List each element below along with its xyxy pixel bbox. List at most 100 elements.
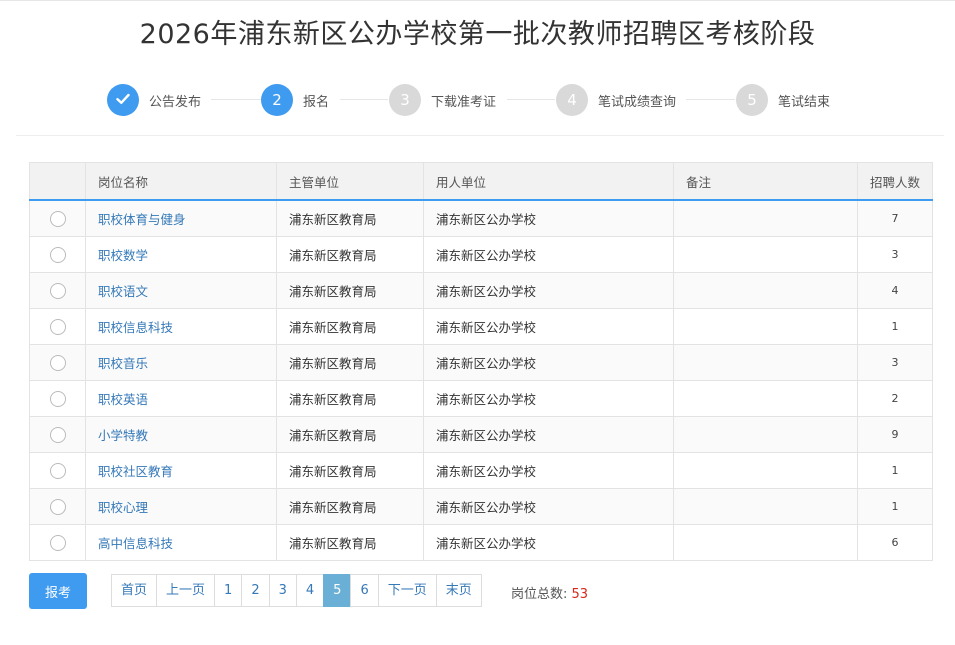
page-link[interactable]: 4 — [295, 574, 325, 607]
page-link[interactable]: 首页 — [111, 574, 158, 607]
cell-department: 浦东新区教育局 — [276, 308, 424, 345]
cell-post: 职校英语 — [85, 380, 277, 417]
table-row: 职校音乐 浦东新区教育局 浦东新区公办学校 3 — [29, 344, 933, 381]
step-label: 公告发布 — [149, 94, 202, 110]
table-row: 职校数学 浦东新区教育局 浦东新区公办学校 3 — [29, 236, 933, 273]
top-border — [0, 0, 955, 1]
cell-note — [673, 452, 858, 489]
cell-note — [673, 416, 858, 453]
cell-post: 职校心理 — [85, 488, 277, 525]
row-select-cell — [29, 272, 86, 309]
apply-button[interactable]: 报考 — [29, 573, 87, 609]
cell-post: 职校音乐 — [85, 344, 277, 381]
post-link[interactable]: 职校语文 — [98, 284, 148, 299]
row-radio[interactable] — [49, 318, 66, 335]
cell-employer: 浦东新区公办学校 — [423, 199, 674, 237]
step-announcement: 公告发布 — [107, 82, 201, 118]
post-link[interactable]: 职校社区教育 — [98, 464, 173, 479]
page-link[interactable]: 3 — [268, 574, 297, 607]
cell-employer: 浦东新区公办学校 — [423, 380, 674, 417]
page-link[interactable]: 6 — [350, 574, 379, 607]
step-connector — [507, 99, 555, 100]
page-link[interactable]: 下一页 — [377, 574, 437, 607]
cell-employer: 浦东新区公办学校 — [423, 308, 674, 345]
row-radio[interactable] — [49, 246, 66, 263]
post-link[interactable]: 小学特教 — [98, 428, 148, 443]
post-link[interactable]: 职校信息科技 — [98, 320, 173, 335]
step-number: 5 — [736, 84, 768, 116]
cell-post: 小学特教 — [85, 416, 277, 453]
post-link[interactable]: 高中信息科技 — [98, 536, 173, 551]
positions-table-wrap: 岗位名称 主管单位 用人单位 备注 招聘人数 职校体育与健身 浦东新区教育局 浦东新… — [29, 162, 933, 561]
row-radio[interactable] — [49, 498, 66, 515]
step-number: 4 — [556, 84, 588, 116]
row-radio[interactable] — [49, 462, 66, 479]
row-radio[interactable] — [49, 426, 66, 443]
page-link[interactable]: 末页 — [435, 574, 482, 607]
step-label: 笔试结束 — [778, 94, 831, 110]
row-select-cell — [29, 236, 86, 273]
cell-employer: 浦东新区公办学校 — [423, 524, 674, 561]
progress-steps: 公告发布 2 报名 3 下载准考证 4 笔试成绩查询 5 笔试结束 — [0, 82, 955, 118]
step-label: 笔试成绩查询 — [598, 94, 677, 110]
cell-count: 3 — [857, 344, 933, 381]
cell-post: 职校社区教育 — [85, 452, 277, 489]
page-title: 2026年浦东新区公办学校第一批次教师招聘区考核阶段 — [139, 19, 816, 50]
column-header-note: 备注 — [673, 162, 858, 201]
page-link[interactable]: 1 — [214, 574, 243, 607]
post-link[interactable]: 职校数学 — [98, 248, 148, 263]
post-link[interactable]: 职校心理 — [98, 500, 148, 515]
row-select-cell — [29, 199, 86, 237]
total-label: 岗位总数: — [511, 587, 568, 602]
cell-department: 浦东新区教育局 — [276, 524, 424, 561]
step-label: 报名 — [303, 94, 330, 110]
cell-employer: 浦东新区公办学校 — [423, 236, 674, 273]
cell-department: 浦东新区教育局 — [276, 199, 424, 237]
row-select-cell — [29, 344, 86, 381]
cell-employer: 浦东新区公办学校 — [423, 416, 674, 453]
cell-post: 职校信息科技 — [85, 308, 277, 345]
step-registration: 2 报名 — [261, 82, 329, 118]
step-connector — [211, 99, 261, 100]
table-row: 小学特教 浦东新区教育局 浦东新区公办学校 9 — [29, 416, 933, 453]
row-select-cell — [29, 308, 86, 345]
column-header-post: 岗位名称 — [85, 162, 277, 201]
pagination: 首页 上一页 1 2 3 4 5 6 下一页 末页 — [111, 574, 482, 607]
page-link[interactable]: 5 — [323, 574, 352, 607]
table-row: 职校语文 浦东新区教育局 浦东新区公办学校 4 — [29, 272, 933, 309]
cell-count: 7 — [857, 199, 933, 237]
step-number: 2 — [261, 84, 293, 116]
page-link[interactable]: 2 — [241, 574, 270, 607]
table-row: 职校英语 浦东新区教育局 浦东新区公办学校 2 — [29, 380, 933, 417]
step-number: 3 — [389, 84, 421, 116]
post-link[interactable]: 职校英语 — [98, 392, 148, 407]
step-label: 下载准考证 — [431, 94, 497, 110]
cell-note — [673, 308, 858, 345]
row-radio[interactable] — [49, 354, 66, 371]
table-body: 职校体育与健身 浦东新区教育局 浦东新区公办学校 7 职校数学 浦东新区教育局 浦东新区公办… — [29, 199, 933, 561]
cell-post: 职校语文 — [85, 272, 277, 309]
cell-note — [673, 236, 858, 273]
cell-count: 1 — [857, 308, 933, 345]
cell-department: 浦东新区教育局 — [276, 452, 424, 489]
post-link[interactable]: 职校音乐 — [98, 356, 148, 371]
row-radio[interactable] — [49, 282, 66, 299]
step-score-query: 4 笔试成绩查询 — [556, 82, 676, 118]
row-radio[interactable] — [49, 534, 66, 551]
column-header-department: 主管单位 — [276, 162, 424, 201]
row-radio[interactable] — [49, 390, 66, 407]
page-link[interactable]: 上一页 — [156, 574, 216, 607]
total-positions: 岗位总数: 53 — [511, 583, 588, 602]
cell-department: 浦东新区教育局 — [276, 488, 424, 525]
cell-count: 1 — [857, 488, 933, 525]
step-download-admission: 3 下载准考证 — [389, 82, 496, 118]
step-connector — [686, 99, 735, 100]
row-radio[interactable] — [49, 210, 66, 227]
row-select-cell — [29, 488, 86, 525]
step-circle-done — [107, 84, 139, 116]
cell-note — [673, 199, 858, 237]
post-link[interactable]: 职校体育与健身 — [98, 212, 186, 227]
total-count: 53 — [571, 587, 589, 602]
step-exam-end: 5 笔试结束 — [736, 82, 830, 118]
positions-table: 岗位名称 主管单位 用人单位 备注 招聘人数 职校体育与健身 浦东新区教育局 浦东新… — [29, 162, 933, 561]
